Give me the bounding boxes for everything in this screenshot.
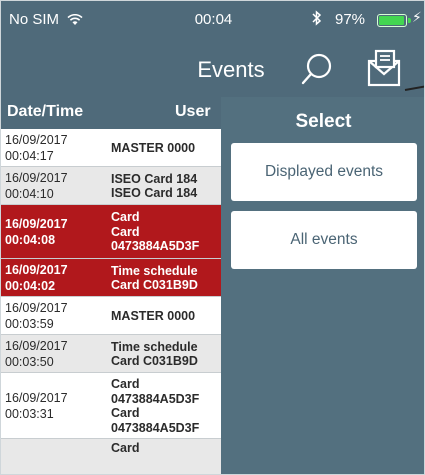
row-datetime: 16/09/2017 00:03:31 bbox=[5, 390, 68, 422]
row-date: 16/09/2017 bbox=[5, 339, 68, 353]
row-user-line: Card C031B9D bbox=[111, 278, 198, 292]
row-user-line: 0473884A5D3F bbox=[111, 239, 200, 254]
select-panel: Select Displayed events All events bbox=[221, 97, 424, 474]
row-user: Time schedule Card C031B9D bbox=[111, 264, 198, 293]
row-user: ISEO Card 184 ISEO Card 184 bbox=[111, 172, 197, 201]
row-datetime: 16/09/2017 00:03:59 bbox=[5, 300, 68, 332]
row-datetime: 16/09/2017 00:04:10 bbox=[5, 170, 68, 202]
row-time: 00:03:59 bbox=[5, 317, 54, 331]
column-header-user: User bbox=[175, 103, 211, 120]
row-user-line: Time schedule bbox=[111, 263, 198, 278]
row-user: Time schedule Card C031B9D bbox=[111, 340, 198, 369]
row-time: 00:04:08 bbox=[5, 233, 56, 247]
row-user-line: Card bbox=[111, 210, 140, 225]
row-date: 16/09/2017 bbox=[5, 301, 68, 315]
row-user-line: ISEO Card 184 bbox=[111, 171, 198, 186]
column-header-datetime: Date/Time bbox=[7, 103, 84, 120]
row-user: MASTER 0000 bbox=[111, 141, 195, 156]
battery-cap bbox=[408, 18, 411, 23]
battery-percent: 97% bbox=[335, 11, 366, 28]
page-title: Events bbox=[197, 57, 265, 82]
row-user-line: Card C031B9D bbox=[111, 354, 198, 368]
row-date: 16/09/2017 bbox=[5, 171, 68, 185]
table-row[interactable]: 16/09/2017 00:03:59 MASTER 0000 bbox=[1, 297, 221, 335]
table-header: Date/Time User bbox=[1, 97, 221, 129]
select-title: Select bbox=[295, 111, 352, 132]
displayed-events-button[interactable]: Displayed events bbox=[231, 143, 417, 201]
row-time: 00:04:02 bbox=[5, 279, 56, 293]
row-datetime: 16/09/2017 00:04:17 bbox=[5, 132, 68, 164]
mail-icon[interactable] bbox=[365, 47, 409, 89]
row-time: 00:04:17 bbox=[5, 149, 54, 163]
row-user: Card 0473884A5D3F Card 0473884A5D3F bbox=[111, 377, 199, 435]
search-icon[interactable] bbox=[297, 49, 337, 89]
table-row[interactable]: 16/09/2017 00:04:08 Card Card 0473884A5D3F bbox=[1, 205, 221, 259]
row-user: Card Card 0473884A5D3F bbox=[111, 210, 199, 254]
table-body: 16/09/2017 00:04:17 MASTER 0000 16/09/2017 0… bbox=[1, 129, 221, 474]
row-date: 16/09/2017 bbox=[5, 263, 68, 277]
row-user-line: MASTER 0000 bbox=[111, 308, 196, 323]
table-row[interactable]: 16/09/2017 00:04:10 ISEO Card 184 ISEO Card… bbox=[1, 167, 221, 205]
app-frame: No SIM 00:04 97% ⚡ Events Date/Time User bbox=[0, 0, 425, 475]
row-user-line: MASTER 0000 bbox=[111, 140, 196, 155]
row-date: 16/09/2017 bbox=[5, 133, 68, 147]
row-user-line: Card bbox=[111, 441, 140, 455]
row-user-line: Card bbox=[111, 224, 140, 239]
bluetooth-icon bbox=[312, 10, 322, 31]
row-datetime: 16/09/2017 00:04:08 bbox=[5, 216, 68, 248]
row-time: 00:04:10 bbox=[5, 187, 54, 201]
row-time: 00:03:50 bbox=[5, 355, 54, 369]
row-user-line: Time schedule bbox=[111, 339, 198, 354]
table-row[interactable]: 16/09/2017 00:04:17 MASTER 0000 bbox=[1, 129, 221, 167]
row-user: Card bbox=[111, 441, 139, 456]
row-time: 00:03:31 bbox=[5, 407, 54, 421]
row-user-line: ISEO Card 184 bbox=[111, 186, 198, 200]
table-row[interactable]: 16/09/2017 00:03:31 Card 0473884A5D3F Card 04… bbox=[1, 373, 221, 439]
row-date: 16/09/2017 bbox=[5, 217, 68, 231]
row-datetime: 16/09/2017 00:03:50 bbox=[5, 338, 68, 370]
table-row[interactable]: 16/09/2017 00:03:50 Time schedule Card C031… bbox=[1, 335, 221, 373]
table-row[interactable]: Card bbox=[1, 439, 221, 474]
battery-icon bbox=[377, 14, 407, 27]
row-user-line: Card bbox=[111, 377, 140, 391]
battery-fill bbox=[379, 16, 404, 25]
row-date: 16/09/2017 bbox=[5, 391, 68, 405]
row-user: MASTER 0000 bbox=[111, 309, 195, 324]
row-user-line: 0473884A5D3F bbox=[111, 420, 200, 435]
charging-icon: ⚡ bbox=[412, 9, 422, 25]
nav-bar: Events bbox=[1, 39, 424, 97]
row-datetime: 16/09/2017 00:04:02 bbox=[5, 262, 68, 294]
row-user-line: Card bbox=[111, 406, 140, 420]
table-row[interactable]: 16/09/2017 00:04:02 Time schedule Card C031… bbox=[1, 259, 221, 297]
all-events-button[interactable]: All events bbox=[231, 211, 417, 269]
row-user-line: 0473884A5D3F bbox=[111, 391, 200, 406]
events-table: Date/Time User 16/09/2017 00:04:17 MASTER … bbox=[1, 97, 221, 474]
status-bar: No SIM 00:04 97% ⚡ bbox=[1, 1, 424, 39]
